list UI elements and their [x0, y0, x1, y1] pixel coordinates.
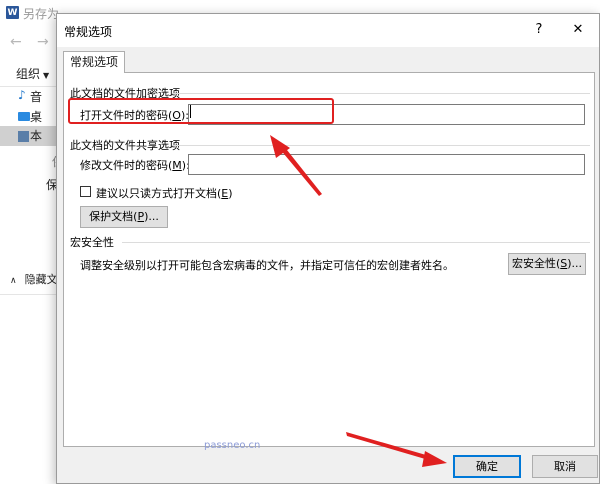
tab-general-options[interactable]: 常规选项: [63, 51, 125, 73]
nav-item-label: 本: [30, 129, 43, 143]
save-as-title: 另存为: [23, 7, 60, 21]
nav-item-label: 桌: [30, 110, 43, 124]
macro-group-title: 宏安全性: [70, 236, 114, 249]
annotation-highlight-box: [68, 98, 334, 124]
toolbar-divider: [0, 86, 58, 87]
chevron-up-icon: ∧: [10, 276, 17, 286]
nav-item-label: 音: [30, 90, 43, 104]
footer-divider: [0, 294, 58, 295]
organize-menu[interactable]: 组织 ▼: [16, 65, 49, 82]
readonly-label: 建议以只读方式打开文档(E): [96, 187, 233, 200]
back-arrow-icon[interactable]: ←: [10, 34, 22, 50]
forward-arrow-icon[interactable]: →: [37, 34, 49, 50]
protect-document-button[interactable]: 保护文档(P)...: [80, 206, 168, 228]
modify-password-input[interactable]: [188, 154, 585, 175]
macro-description: 调整安全级别以打开可能包含宏病毒的文件，并指定可信任的宏创建者姓名。: [80, 259, 454, 272]
macro-security-button[interactable]: 宏安全性(S)...: [508, 253, 586, 275]
sharing-group-title: 此文档的文件共享选项: [70, 139, 180, 152]
help-button[interactable]: ?: [529, 20, 549, 40]
ok-button[interactable]: 确定: [453, 455, 521, 478]
group-divider: [172, 93, 590, 94]
chevron-down-icon: ▼: [43, 71, 50, 80]
modify-password-label: 修改文件时的密码(M):: [80, 159, 190, 172]
desktop-icon: [18, 112, 30, 121]
dialog-title: 常规选项: [64, 25, 113, 39]
dialog-titlebar: 常规选项 ? ✕: [57, 14, 599, 47]
this-pc-icon: [18, 131, 29, 142]
nav-item-this-pc[interactable]: 本: [0, 126, 58, 146]
options-panel: 此文档的文件加密选项 打开文件时的密码(O): 此文档的文件共享选项 修改文件时…: [63, 72, 595, 447]
group-divider: [172, 145, 590, 146]
watermark: passneo.cn: [204, 440, 261, 451]
general-options-dialog: 常规选项 ? ✕ 常规选项 此文档的文件加密选项 打开文件时的密码(O): 此文…: [56, 13, 600, 484]
word-app-icon: W: [6, 6, 19, 19]
close-icon[interactable]: ✕: [568, 20, 588, 40]
music-note-icon: ♪: [18, 88, 26, 102]
group-divider: [122, 242, 590, 243]
cancel-button[interactable]: 取消: [532, 455, 598, 478]
readonly-checkbox[interactable]: [80, 186, 91, 197]
organize-label: 组织: [16, 67, 41, 81]
